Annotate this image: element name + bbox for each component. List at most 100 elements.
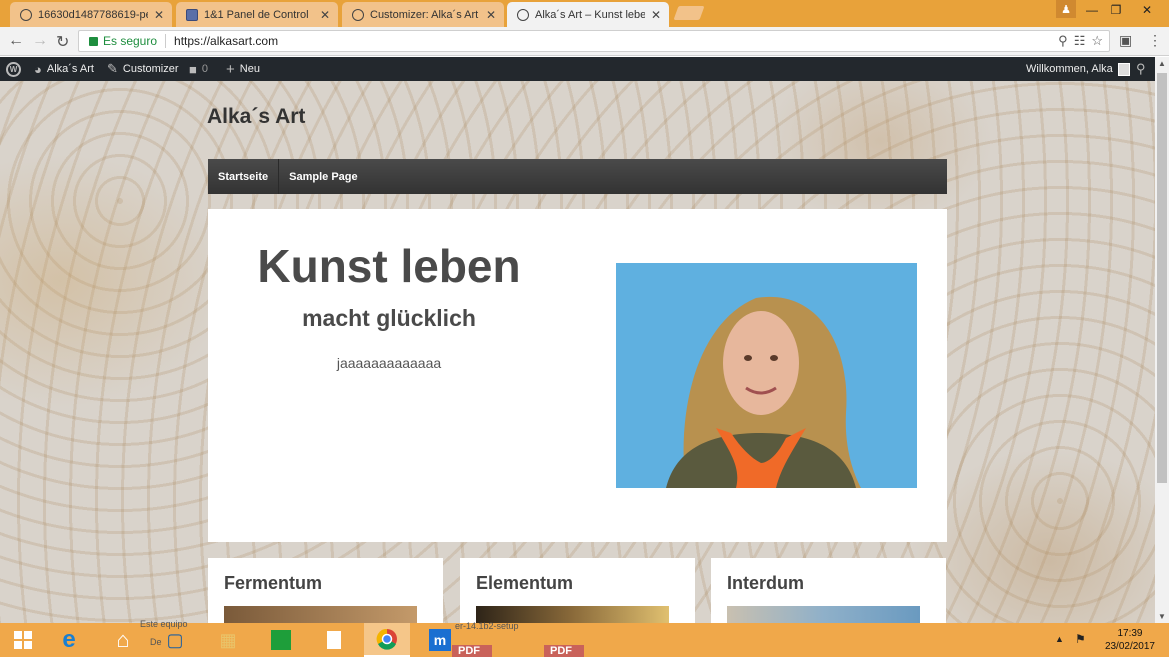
tab-title: 1&1 Panel de Control: [204, 8, 309, 21]
customizer-label: Customizer: [122, 63, 179, 75]
windows-taskbar: e ⌂ ▢ ▦ m Este equipo De er-14.1b2-setup…: [0, 619, 1169, 657]
close-icon[interactable]: ✕: [154, 8, 164, 22]
brush-icon: ✎: [107, 61, 118, 76]
nav-item-startseite[interactable]: Startseite: [208, 159, 280, 194]
tab-control-panel[interactable]: 1&1 Panel de Control ✕: [176, 2, 338, 27]
minimize-icon[interactable]: —: [1080, 0, 1104, 20]
wp-admin-bar: W ◕ Alka´s Art ✎ Customizer ■ 0 + Neu Wi…: [0, 57, 1169, 81]
comments-link[interactable]: ■ 0: [189, 57, 208, 81]
tab-title: 16630d1487788619-pen: [38, 8, 148, 21]
chrome-icon: [376, 628, 397, 650]
site-name-link[interactable]: ◕ Alka´s Art: [34, 57, 94, 81]
tab-title: Customizer: Alka´s Art –: [370, 8, 480, 21]
extension-icon[interactable]: ▣: [1119, 32, 1132, 49]
restore-icon[interactable]: ❐: [1104, 0, 1128, 20]
home-icon: ⌂: [116, 627, 130, 652]
close-icon[interactable]: ✕: [486, 8, 496, 22]
browser-toolbar: ← → ↻ Es seguro https://alkasart.com ⚲ ☷…: [0, 27, 1169, 56]
portrait-photo: [616, 263, 917, 488]
new-label: Neu: [239, 63, 260, 75]
card-title[interactable]: Fermentum: [224, 573, 322, 594]
site-name-label: Alka´s Art: [46, 63, 94, 75]
scroll-down-icon[interactable]: ▼: [1158, 612, 1166, 621]
page-content: Alka´s Art Startseite Sample Page Kunst …: [0, 81, 1155, 623]
new-content-link[interactable]: + Neu: [226, 57, 260, 81]
new-tab-button[interactable]: [673, 6, 705, 20]
site-icon: [517, 8, 529, 21]
security-label: Es seguro: [103, 34, 158, 48]
search-icon: ⚲: [1136, 61, 1146, 76]
browser-tab-strip: 16630d1487788619-pen ✕ 1&1 Panel de Cont…: [0, 0, 1169, 27]
clock-date: 23/02/2017: [1104, 641, 1155, 652]
window-controls: — ❐ ✕: [1080, 0, 1166, 20]
page-scrollbar[interactable]: ▲ ▼: [1155, 57, 1169, 623]
close-icon[interactable]: ✕: [320, 8, 330, 22]
card-image[interactable]: [224, 606, 417, 623]
clock-time: 17:39: [1117, 628, 1143, 639]
chrome-button[interactable]: [364, 623, 410, 657]
file-explorer-button[interactable]: ▦: [205, 623, 251, 657]
scroll-thumb[interactable]: [1157, 73, 1167, 483]
close-icon[interactable]: ✕: [651, 8, 661, 22]
plus-icon: +: [226, 60, 235, 78]
menu-icon[interactable]: ⋮: [1148, 32, 1162, 49]
feature-card[interactable]: Fermentum: [208, 558, 443, 623]
desktop-label: Este equipo: [140, 619, 188, 629]
card-title[interactable]: Interdum: [727, 573, 804, 594]
dashboard-icon: ◕: [34, 61, 42, 77]
tab-title: Alka´s Art – Kunst leben: [535, 8, 645, 21]
ie-button[interactable]: e: [46, 623, 92, 657]
flag-icon[interactable]: ⚑: [1075, 632, 1086, 646]
lock-icon: [89, 36, 98, 46]
translate-icon[interactable]: ☷: [1074, 33, 1086, 49]
wordpress-icon: [20, 8, 32, 21]
document-icon: [327, 631, 341, 649]
card-image[interactable]: [727, 606, 920, 623]
tab-alkas-art[interactable]: Alka´s Art – Kunst leben ✕: [507, 2, 669, 27]
panel-icon: [186, 8, 198, 21]
store-button[interactable]: [258, 623, 304, 657]
forward-icon[interactable]: →: [32, 32, 48, 50]
back-icon[interactable]: ←: [8, 32, 24, 50]
avatar: [1117, 62, 1130, 76]
card-title[interactable]: Elementum: [476, 573, 573, 594]
monitor-icon: ▢: [166, 629, 184, 650]
admin-search[interactable]: ⚲: [1136, 57, 1146, 81]
main-navigation: Startseite Sample Page: [208, 159, 947, 194]
folder-icon: ▦: [219, 629, 237, 650]
pdf-desktop-icon: PDF: [452, 645, 492, 657]
address-bar[interactable]: Es seguro https://alkasart.com ⚲ ☷ ☆: [78, 30, 1110, 52]
reload-icon[interactable]: ↻: [56, 32, 69, 52]
wordpress-icon: W: [6, 61, 21, 77]
feature-card[interactable]: Interdum: [711, 558, 946, 623]
hero-text: jaaaaaaaaaaaaa: [336, 355, 442, 371]
hero-section: Kunst leben macht glücklich jaaaaaaaaaaa…: [208, 209, 947, 542]
internet-explorer-icon: e: [62, 626, 76, 653]
wp-logo-button[interactable]: W: [6, 57, 21, 81]
feature-card[interactable]: Elementum: [460, 558, 695, 623]
account-menu[interactable]: Willkommen, Alka: [1026, 57, 1130, 81]
greeting-label: Willkommen, Alka: [1026, 63, 1113, 75]
document-button[interactable]: [311, 623, 357, 657]
comment-icon: ■: [189, 61, 197, 77]
nav-item-sample-page[interactable]: Sample Page: [279, 159, 367, 194]
store-icon: [271, 630, 291, 650]
desktop-label: er-14.1b2-setup: [455, 621, 519, 631]
profile-icon[interactable]: ♟: [1056, 0, 1076, 18]
start-button[interactable]: [0, 623, 46, 657]
star-icon[interactable]: ☆: [1091, 33, 1103, 49]
url-text[interactable]: https://alkasart.com: [174, 34, 278, 48]
customizer-link[interactable]: ✎ Customizer: [107, 57, 179, 81]
clock[interactable]: 17:39 23/02/2017: [1105, 627, 1155, 653]
window-close-icon[interactable]: ✕: [1128, 0, 1166, 20]
divider: [165, 34, 167, 48]
zoom-icon[interactable]: ⚲: [1058, 33, 1068, 49]
hero-heading: Kunst leben: [257, 240, 521, 292]
scroll-up-icon[interactable]: ▲: [1158, 59, 1166, 68]
tab-wordpress-image[interactable]: 16630d1487788619-pen ✕: [10, 2, 172, 27]
tab-customizer[interactable]: Customizer: Alka´s Art – ✕: [342, 2, 504, 27]
tray-expand-icon[interactable]: ▲: [1055, 634, 1064, 644]
desktop-label: De: [150, 637, 162, 647]
site-title[interactable]: Alka´s Art: [207, 105, 305, 129]
hero-subheading: macht glücklich: [302, 305, 476, 331]
